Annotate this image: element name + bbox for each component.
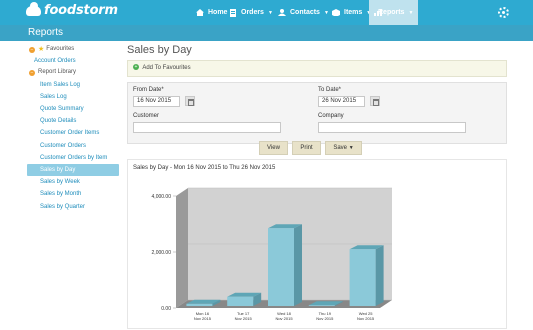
bar: [308, 305, 335, 306]
customer-input[interactable]: [133, 122, 281, 133]
y-tick-label: 0.00: [161, 306, 171, 312]
report-sidebar: − ★ Favourites Account Orders − Report L…: [27, 44, 119, 213]
y-tick-label: 4,000.00: [152, 194, 172, 200]
nav-contacts-label: Contacts: [290, 9, 320, 16]
logo-text: foodstorm: [44, 3, 118, 18]
foodstorm-logo[interactable]: foodstorm: [26, 1, 118, 18]
sidebar-item-customer-orders[interactable]: Customer Orders: [27, 140, 119, 152]
star-icon: ★: [38, 46, 45, 53]
bar-side: [375, 245, 384, 306]
cloud-icon: [26, 1, 41, 16]
calendar-icon[interactable]: [370, 96, 380, 106]
sidebar-item-quote-summary[interactable]: Quote Summary: [27, 103, 119, 115]
nav-orders[interactable]: Orders ▼: [224, 0, 278, 25]
orders-icon: [229, 9, 237, 17]
x-tick-label: Nov 2015: [235, 316, 253, 321]
bar-side: [294, 224, 302, 306]
sidebar-report-library-label: Report Library: [38, 69, 77, 75]
print-button[interactable]: Print: [292, 141, 321, 155]
to-date-input[interactable]: 26 Nov 2015: [318, 96, 365, 107]
sidebar-item-sales-by-month[interactable]: Sales by Month: [27, 188, 119, 200]
sidebar-item-account-orders[interactable]: Account Orders: [27, 56, 119, 68]
home-icon: [196, 9, 204, 16]
sales-bar-chart: 4,000.002,000.000.00Mon 16Nov 2015Tue 17…: [152, 187, 392, 321]
company-input[interactable]: [318, 122, 466, 133]
view-button[interactable]: View: [259, 141, 288, 155]
to-date-label: To Date*: [318, 87, 342, 93]
chevron-down-icon: ▼: [408, 9, 414, 16]
customer-label: Customer: [133, 113, 160, 119]
save-button-label: Save: [333, 145, 348, 151]
company-label: Company: [318, 113, 344, 119]
bar: [268, 228, 294, 306]
add-to-favourites-link[interactable]: Add To Favourites: [142, 65, 190, 71]
nav-contacts[interactable]: Contacts ▼: [273, 0, 334, 25]
x-tick-label: Nov 2015: [357, 316, 375, 321]
sidebar-item-sales-log[interactable]: Sales Log: [27, 91, 119, 103]
top-navigation-bar: foodstorm Home Orders ▼ Contacts ▼ Items…: [0, 0, 533, 25]
x-tick-label: Nov 2015: [275, 316, 293, 321]
sidebar-item-sales-by-day[interactable]: Sales by Day: [27, 163, 119, 177]
from-date-input[interactable]: 16 Nov 2015: [133, 96, 180, 107]
sidebar-item-sales-by-quarter[interactable]: Sales by Quarter: [27, 201, 119, 213]
sidebar-favourites[interactable]: − ★ Favourites: [27, 44, 119, 56]
sidebar-item-customer-order-items[interactable]: Customer Order Items: [27, 127, 119, 139]
sidebar-item-sales-by-week[interactable]: Sales by Week: [27, 176, 119, 188]
plus-icon: +: [133, 64, 139, 71]
bar: [227, 296, 254, 306]
bar: [186, 303, 213, 306]
nav-items-label: Items: [344, 9, 363, 16]
from-date-label: From Date*: [133, 87, 164, 93]
chart-side-wall: [176, 188, 188, 308]
report-filter-form: From Date* 16 Nov 2015 To Date* 26 Nov 2…: [127, 82, 507, 144]
collapse-icon[interactable]: −: [29, 46, 35, 53]
y-tick-label: 2,000.00: [152, 250, 172, 256]
items-icon: [332, 9, 340, 16]
save-button[interactable]: Save ▼: [325, 141, 362, 155]
bar: [349, 249, 376, 306]
section-title: Reports: [28, 27, 64, 38]
chevron-down-icon: ▼: [348, 145, 354, 151]
collapse-icon[interactable]: −: [29, 69, 35, 76]
sidebar-favourites-label: Favourites: [46, 46, 75, 52]
calendar-icon[interactable]: [185, 96, 195, 106]
chart-panel: Sales by Day - Mon 16 Nov 2015 to Thu 26…: [127, 159, 507, 329]
sidebar-item-item-sales-log[interactable]: Item Sales Log: [27, 79, 119, 91]
report-main: Sales by Day + Add To Favourites From Da…: [127, 44, 507, 144]
x-tick-label: Nov 2015: [194, 316, 212, 321]
sidebar-item-customer-orders-by-item[interactable]: Customer Orders by Item: [27, 152, 119, 164]
sidebar-report-library[interactable]: − Report Library: [27, 67, 119, 79]
x-tick-label: Nov 2015: [316, 316, 334, 321]
add-to-favourites-bar[interactable]: + Add To Favourites: [127, 60, 507, 77]
contacts-icon: [278, 9, 286, 16]
sidebar-item-quote-details[interactable]: Quote Details: [27, 115, 119, 127]
nav-reports[interactable]: Reports ▼: [369, 0, 418, 25]
page-title: Sales by Day: [127, 44, 192, 56]
nav-orders-label: Orders: [241, 9, 264, 16]
section-header-bar: Reports: [0, 25, 533, 41]
gear-icon[interactable]: [498, 7, 509, 18]
